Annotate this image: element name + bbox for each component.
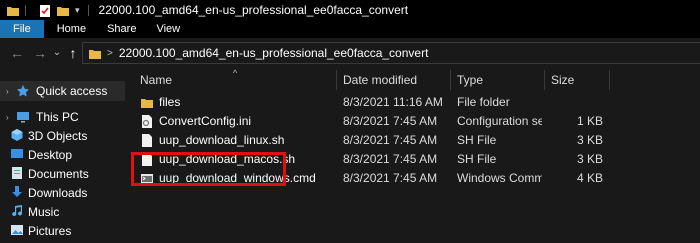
properties-icon[interactable] — [39, 4, 51, 17]
tab-file[interactable]: File — [0, 20, 44, 38]
highlight-box — [131, 152, 286, 186]
file-size: 3 KB — [576, 133, 603, 147]
sidebar-item-label: Quick access — [36, 84, 108, 98]
separator — [87, 4, 89, 16]
sidebar-item-pictures[interactable]: Pictures — [0, 221, 125, 241]
sidebar-item-label: Music — [28, 205, 60, 219]
column-header-date-modified[interactable]: Date modified — [343, 70, 417, 90]
documents-icon — [10, 166, 22, 183]
file-size — [551, 93, 603, 112]
file-type: Windows Comma... — [457, 171, 542, 185]
file-date: 8/3/2021 7:45 AM — [343, 171, 438, 185]
sidebar-item-3d-objects[interactable]: 3D Objects — [0, 126, 125, 146]
recent-locations-button[interactable]: ⌄ — [52, 44, 62, 62]
folder-icon — [141, 96, 153, 109]
sidebar-item-desktop[interactable]: Desktop — [0, 145, 125, 165]
sidebar-item-label: Pictures — [28, 224, 72, 238]
sidebar-item-documents[interactable]: Documents — [0, 164, 125, 184]
new-folder-icon[interactable] — [57, 5, 69, 16]
navigation-bar: ← → ⌄ ↑ > 22000.100_amd64_en-us_professi… — [0, 38, 700, 68]
table-row[interactable]: uup_download_linux.sh 8/3/2021 7:45 AM S… — [125, 131, 700, 150]
back-button[interactable]: ← — [10, 44, 24, 62]
column-divider[interactable] — [544, 70, 545, 90]
sidebar-item-label: Downloads — [28, 186, 88, 200]
sidebar-item-label: Documents — [28, 167, 89, 181]
chevron-down-icon[interactable]: › — [6, 87, 14, 96]
customize-toolbar-icon[interactable]: ▾ — [75, 5, 80, 16]
title-bar: ▾ 22000.100_amd64_en-us_professional_ee0… — [0, 0, 700, 20]
sidebar-item-quick-access[interactable]: › Quick access — [0, 81, 125, 101]
sidebar-item-this-pc[interactable]: › This PC — [0, 107, 125, 127]
settings-file-icon — [141, 115, 153, 128]
file-name[interactable]: uup_download_linux.sh — [159, 131, 329, 150]
window-title: 22000.100_amd64_en-us_professional_ee0fa… — [98, 3, 409, 17]
star-icon — [16, 84, 30, 98]
cube-icon — [10, 128, 23, 145]
file-type: SH File — [457, 152, 497, 166]
file-type: SH File — [457, 133, 497, 147]
download-icon — [10, 185, 22, 202]
sidebar-item-music[interactable]: Music — [0, 202, 125, 222]
file-date: 8/3/2021 11:16 AM — [343, 95, 443, 109]
file-size: 3 KB — [576, 152, 603, 166]
file-icon — [141, 134, 153, 147]
sort-ascending-icon: ^ — [233, 68, 238, 78]
file-size: 4 KB — [576, 171, 603, 185]
file-date: 8/3/2021 7:45 AM — [343, 133, 438, 147]
column-divider[interactable] — [450, 70, 451, 90]
file-date: 8/3/2021 7:45 AM — [343, 152, 438, 166]
folder-icon[interactable] — [7, 5, 19, 16]
address-bar[interactable]: > 22000.100_amd64_en-us_professional_ee0… — [82, 42, 700, 64]
pictures-icon — [10, 223, 23, 240]
up-button[interactable]: ↑ — [66, 44, 80, 62]
file-type: Configuration setti... — [457, 114, 542, 128]
music-icon — [10, 204, 23, 221]
table-row[interactable]: ConvertConfig.ini 8/3/2021 7:45 AM Confi… — [125, 112, 700, 131]
tab-share[interactable]: Share — [98, 20, 148, 38]
column-header-type[interactable]: Type — [457, 70, 483, 90]
file-type: File folder — [457, 95, 510, 109]
forward-button[interactable]: → — [33, 44, 47, 62]
file-size: 1 KB — [576, 114, 603, 128]
navigation-pane: › Quick access › This PC 3D Objects Desk… — [0, 68, 125, 243]
file-date: 8/3/2021 7:45 AM — [343, 114, 438, 128]
column-header-name[interactable]: Name — [140, 70, 172, 90]
tab-view[interactable]: View — [148, 20, 192, 38]
folder-icon — [89, 48, 101, 59]
computer-icon — [16, 110, 30, 124]
file-name[interactable]: files — [159, 93, 329, 112]
breadcrumb-separator[interactable]: > — [107, 48, 113, 59]
table-row[interactable]: files 8/3/2021 11:16 AM File folder — [125, 93, 700, 112]
sidebar-item-label: This PC — [36, 110, 79, 124]
ribbon-tabs: File Home Share View — [0, 20, 700, 38]
breadcrumb[interactable]: 22000.100_amd64_en-us_professional_ee0fa… — [119, 46, 429, 60]
sidebar-item-downloads[interactable]: Downloads — [0, 183, 125, 203]
column-header-size[interactable]: Size — [551, 70, 574, 90]
desktop-icon — [10, 147, 23, 164]
separator — [25, 4, 26, 16]
file-name[interactable]: ConvertConfig.ini — [159, 112, 329, 131]
sidebar-item-label: Desktop — [28, 148, 73, 162]
sidebar-item-label: 3D Objects — [28, 129, 88, 143]
chevron-down-icon[interactable]: › — [6, 113, 14, 122]
tab-home[interactable]: Home — [44, 20, 98, 38]
column-divider[interactable] — [609, 70, 610, 90]
column-divider[interactable] — [336, 70, 337, 90]
